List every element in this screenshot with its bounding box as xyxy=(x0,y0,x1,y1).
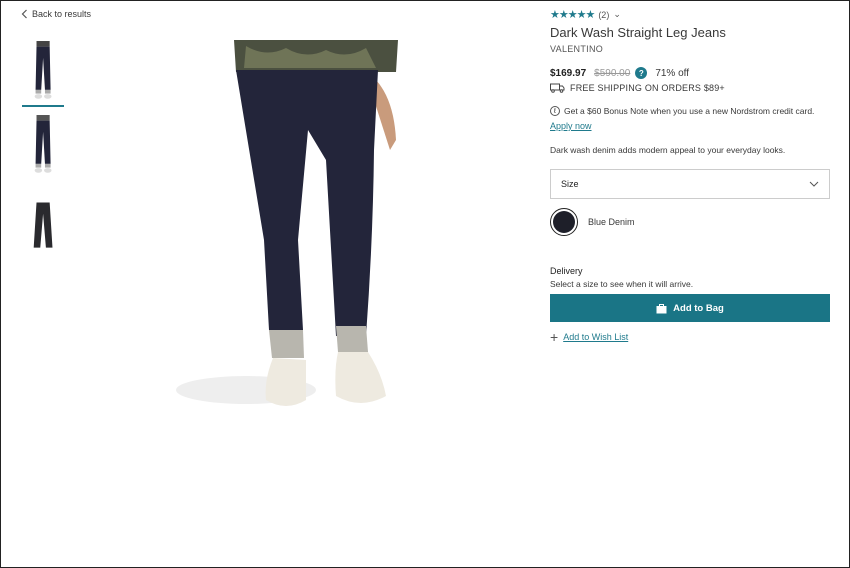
color-selector: Blue Denim xyxy=(550,208,832,236)
price-row: $169.97 $590.00 ? 71% off xyxy=(550,67,832,79)
chevron-down-icon: ⌄ xyxy=(613,9,621,19)
size-label: Size xyxy=(561,179,579,189)
review-count: (2) xyxy=(598,9,610,20)
rating-summary[interactable]: ★★★★★ (2) ⌄ xyxy=(550,8,832,21)
product-description: Dark wash denim adds modern appeal to yo… xyxy=(550,145,786,155)
bag-icon xyxy=(656,303,667,313)
jeans-flat-thumbnail-image xyxy=(33,202,53,248)
product-title: Dark Wash Straight Leg Jeans xyxy=(550,25,726,40)
delivery-text: Select a size to see when it will arrive… xyxy=(550,279,694,289)
truck-icon xyxy=(550,83,565,93)
color-swatch[interactable] xyxy=(550,208,578,236)
shipping-text: FREE SHIPPING ON ORDERS $89+ xyxy=(570,83,725,93)
bonus-offer: ℓ Get a $60 Bonus Note when you use a ne… xyxy=(550,106,832,116)
question-icon[interactable]: ? xyxy=(635,67,648,79)
chevron-left-icon xyxy=(21,9,27,19)
jeans-front-thumbnail-image xyxy=(34,41,52,99)
product-details: ★★★★★ (2) ⌄ Dark Wash Straight Leg Jeans… xyxy=(550,8,832,345)
color-name: Blue Denim xyxy=(588,217,635,227)
product-main-image[interactable] xyxy=(176,40,406,420)
product-brand[interactable]: VALENTINO xyxy=(550,44,832,54)
add-to-wish-list-link[interactable]: + Add to Wish List xyxy=(550,329,832,345)
thumbnail-3[interactable] xyxy=(22,195,64,261)
jeans-back-thumbnail-image xyxy=(34,115,52,173)
credit-card-icon: ℓ xyxy=(550,106,560,116)
wish-list-label: Add to Wish List xyxy=(563,332,629,342)
current-price: $169.97 xyxy=(550,67,587,79)
thumbnail-1[interactable] xyxy=(22,41,64,107)
delivery-heading: Delivery xyxy=(550,266,583,276)
add-to-bag-label: Add to Bag xyxy=(673,302,724,314)
shipping-info: FREE SHIPPING ON ORDERS $89+ xyxy=(550,83,832,93)
chevron-down-icon xyxy=(809,181,819,187)
size-select[interactable]: Size xyxy=(550,169,830,199)
discount-percent: 71% off xyxy=(655,67,690,79)
back-label: Back to results xyxy=(32,9,92,19)
star-rating: ★★★★★ xyxy=(550,9,595,21)
original-price: $590.00 xyxy=(594,67,631,79)
back-to-results-link[interactable]: Back to results xyxy=(21,9,91,19)
apply-now-link[interactable]: Apply now xyxy=(550,121,592,131)
plus-icon: + xyxy=(550,329,559,345)
bonus-text: Get a $60 Bonus Note when you use a new … xyxy=(564,106,815,116)
thumbnail-2[interactable] xyxy=(22,115,64,181)
add-to-bag-button[interactable]: Add to Bag xyxy=(550,294,830,322)
